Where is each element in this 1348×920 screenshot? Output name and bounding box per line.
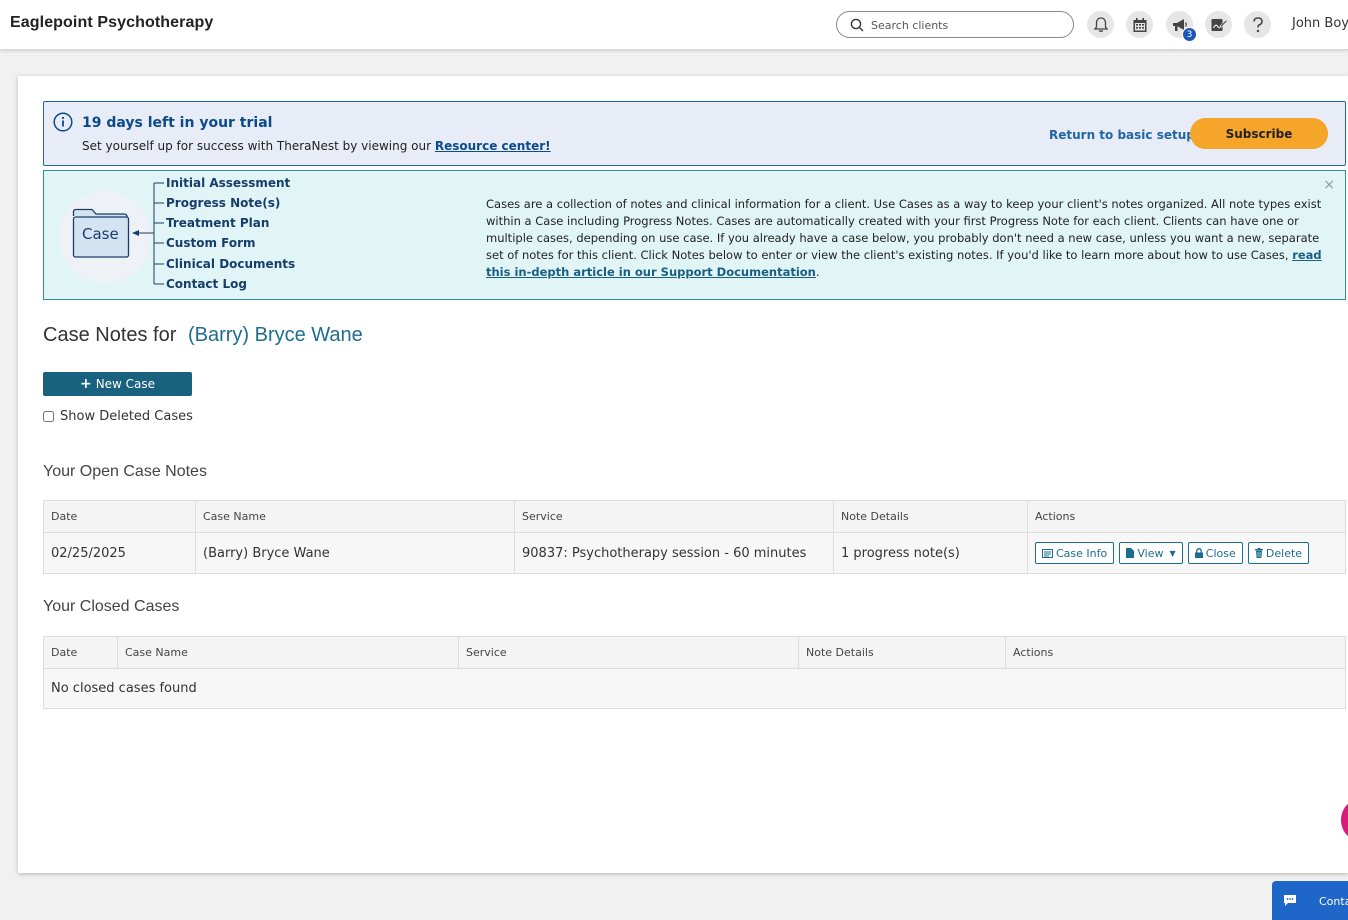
table-header-row: Date Case Name Service Note Details Acti… xyxy=(43,636,1346,669)
calendar-icon xyxy=(1133,17,1146,32)
help-icon xyxy=(1252,16,1263,32)
subscribe-button[interactable]: Subscribe xyxy=(1190,118,1328,149)
col-service[interactable]: Service xyxy=(514,500,834,533)
closed-cases-table: Date Case Name Service Note Details Acti… xyxy=(43,636,1346,709)
table-row: 02/25/2025 (Barry) Bryce Wane 90837: Psy… xyxy=(43,532,1346,574)
case-item-treatment-plan: Treatment Plan xyxy=(166,216,270,230)
col-note-details[interactable]: Note Details xyxy=(798,636,1006,669)
case-info-button[interactable]: Case Info xyxy=(1035,542,1115,564)
main-panel: 19 days left in your trial Set yourself … xyxy=(18,76,1348,873)
row-date: 02/25/2025 xyxy=(43,532,196,574)
case-info-label: Case Info xyxy=(1056,546,1108,560)
col-case-name[interactable]: Case Name xyxy=(195,500,515,533)
chevron-down-icon: ▼ xyxy=(1169,548,1176,558)
trial-message-text: Set yourself up for success with TheraNe… xyxy=(82,139,432,153)
notifications-button[interactable] xyxy=(1087,11,1114,38)
folder-label: Case xyxy=(82,225,119,243)
close-case-button[interactable]: Close xyxy=(1187,542,1243,564)
case-item-custom-form: Custom Form xyxy=(166,236,256,250)
user-menu[interactable]: John Boy xyxy=(1292,16,1348,31)
close-case-label: Close xyxy=(1205,546,1236,560)
delete-case-button[interactable]: Delete xyxy=(1247,542,1310,564)
signature-button[interactable] xyxy=(1205,11,1232,38)
row-note-details: 1 progress note(s) xyxy=(833,532,1028,574)
trial-title: 19 days left in your trial xyxy=(82,115,273,131)
trash-icon xyxy=(1254,548,1263,558)
search-box[interactable] xyxy=(836,11,1074,38)
trial-banner: 19 days left in your trial Set yourself … xyxy=(43,101,1346,166)
col-note-details[interactable]: Note Details xyxy=(833,500,1028,533)
empty-message: No closed cases found xyxy=(43,668,1346,709)
resource-center-link[interactable]: Resource center! xyxy=(435,139,551,153)
announcements-button[interactable]: 3 xyxy=(1166,11,1197,42)
view-label: View xyxy=(1137,546,1164,560)
contact-us-widget[interactable]: Contact us xyxy=(1272,881,1348,920)
row-actions: Case Info View ▼ Close Delete xyxy=(1027,532,1346,574)
col-actions: Actions xyxy=(1027,500,1346,533)
open-cases-title: Your Open Case Notes xyxy=(43,463,207,480)
show-deleted-toggle[interactable]: Show Deleted Cases xyxy=(43,409,193,424)
announcements-badge: 3 xyxy=(1182,27,1197,42)
case-tree-lines xyxy=(132,182,164,285)
bell-icon xyxy=(1093,17,1108,33)
trial-message: Set yourself up for success with TheraNe… xyxy=(82,139,551,153)
new-case-label: New Case xyxy=(95,377,156,391)
close-info-icon[interactable]: × xyxy=(1323,177,1335,193)
case-item-clinical-documents: Clinical Documents xyxy=(166,257,296,271)
new-case-button[interactable]: + New Case xyxy=(43,372,192,396)
open-cases-table: Date Case Name Service Note Details Acti… xyxy=(43,500,1346,574)
col-service[interactable]: Service xyxy=(458,636,799,669)
row-service: 90837: Psychotherapy session - 60 minute… xyxy=(514,532,834,574)
return-to-setup-link[interactable]: Return to basic setup xyxy=(1049,128,1195,142)
row-case-name: (Barry) Bryce Wane xyxy=(195,532,515,574)
contact-us-label: Contact us xyxy=(1319,895,1348,908)
col-date[interactable]: Date xyxy=(43,500,196,533)
search-input[interactable] xyxy=(871,16,1066,34)
help-button[interactable] xyxy=(1244,11,1271,38)
lock-icon xyxy=(1194,548,1203,558)
case-info-box: Case Initial Assessment Progress Note(s)… xyxy=(43,170,1346,300)
brand-name[interactable]: Eaglepoint Psychotherapy xyxy=(10,14,213,32)
table-header-row: Date Case Name Service Note Details Acti… xyxy=(43,500,1346,533)
col-case-name[interactable]: Case Name xyxy=(117,636,459,669)
case-item-initial-assessment: Initial Assessment xyxy=(166,176,291,190)
page-title: Case Notes for (Barry) Bryce Wane xyxy=(43,324,363,347)
page-title-prefix: Case Notes for xyxy=(43,324,177,346)
delete-case-label: Delete xyxy=(1265,546,1303,560)
chat-icon xyxy=(1284,895,1296,906)
top-bar: Eaglepoint Psychotherapy 3 John Boy xyxy=(0,0,1348,50)
case-description: Cases are a collection of notes and clin… xyxy=(486,197,1322,279)
col-actions: Actions xyxy=(1005,636,1346,669)
info-icon xyxy=(53,112,73,132)
document-icon xyxy=(1126,548,1135,558)
search-icon xyxy=(850,18,864,32)
show-deleted-label: Show Deleted Cases xyxy=(60,409,193,424)
case-item-progress-notes: Progress Note(s) xyxy=(166,196,281,210)
table-row: No closed cases found xyxy=(43,668,1346,709)
case-item-contact-log: Contact Log xyxy=(166,277,247,291)
plus-icon: + xyxy=(79,376,92,392)
closed-cases-title: Your Closed Cases xyxy=(43,598,180,615)
show-deleted-checkbox[interactable] xyxy=(43,411,54,422)
view-dropdown-button[interactable]: View ▼ xyxy=(1119,542,1183,564)
col-date[interactable]: Date xyxy=(43,636,118,669)
client-name: (Barry) Bryce Wane xyxy=(187,324,363,346)
case-description-text: Cases are a collection of notes and clin… xyxy=(486,197,1322,262)
case-info-icon xyxy=(1042,548,1053,558)
calendar-button[interactable] xyxy=(1126,11,1153,38)
signature-icon xyxy=(1211,18,1228,31)
